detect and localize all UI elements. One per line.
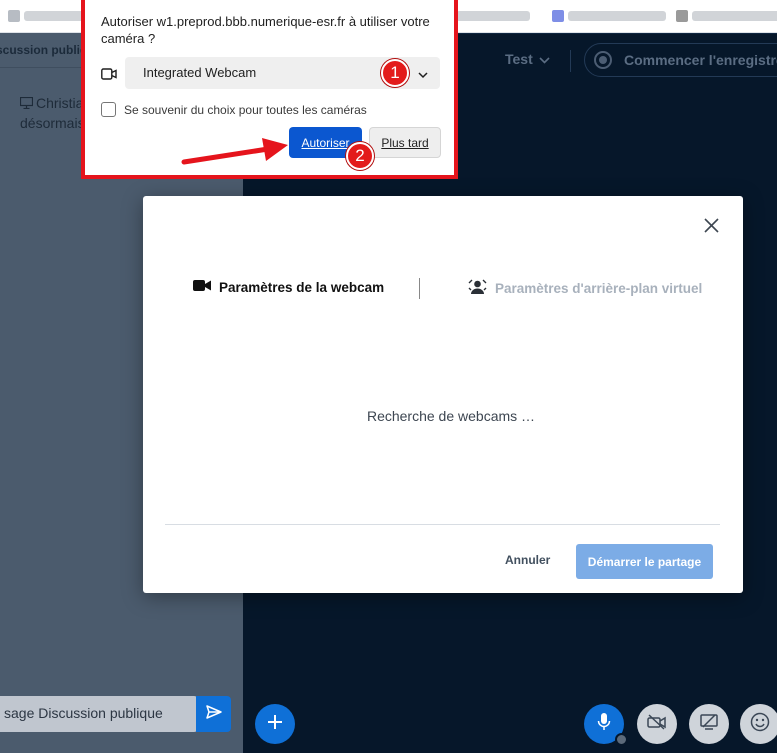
start-recording-button[interactable]: Commencer l'enregistreme xyxy=(584,43,777,77)
camera-off-icon xyxy=(647,713,667,735)
session-name-dropdown[interactable]: Test xyxy=(505,51,550,67)
bookmark-item[interactable] xyxy=(676,9,777,22)
annotation-step-1: 1 xyxy=(381,59,409,87)
reactions-button[interactable] xyxy=(740,704,777,744)
screenshare-button[interactable] xyxy=(689,704,729,744)
close-button[interactable] xyxy=(701,218,721,238)
divider xyxy=(570,50,571,72)
screenshare-off-icon xyxy=(700,713,718,735)
camera-select-value: Integrated Webcam xyxy=(143,65,257,80)
smiley-icon xyxy=(750,712,770,737)
chevron-down-icon xyxy=(539,51,550,67)
tab-virtual-background[interactable]: Paramètres d'arrière-plan virtuel xyxy=(468,279,702,298)
actions-plus-button[interactable] xyxy=(255,704,295,744)
searching-webcams-text: Recherche de webcams … xyxy=(366,408,536,424)
microphone-icon xyxy=(597,712,611,737)
plus-icon xyxy=(266,713,284,736)
chevron-down-icon xyxy=(418,67,428,82)
camera-icon xyxy=(101,67,117,85)
cancel-button[interactable]: Annuler xyxy=(499,552,556,568)
record-icon xyxy=(594,51,612,69)
tab-webcam-label: Paramètres de la webcam xyxy=(219,279,385,295)
presentation-icon xyxy=(19,95,34,114)
chat-message-input[interactable]: sage Discussion publique xyxy=(0,696,198,732)
close-icon xyxy=(703,218,719,238)
chat-message-author: Christia xyxy=(36,95,84,111)
tab-webcam-settings[interactable]: Paramètres de la webcam xyxy=(193,279,384,295)
divider xyxy=(419,278,420,299)
bookmark-item[interactable] xyxy=(456,9,530,22)
later-button[interactable]: Plus tard xyxy=(369,127,441,158)
session-name: Test xyxy=(505,51,533,67)
send-icon xyxy=(205,704,222,724)
remember-choice-label: Se souvenir du choix pour toutes les cam… xyxy=(124,102,367,117)
send-message-button[interactable] xyxy=(196,696,231,732)
remember-choice-row[interactable]: Se souvenir du choix pour toutes les cam… xyxy=(101,102,367,117)
start-sharing-button[interactable]: Démarrer le partage xyxy=(576,544,713,579)
audio-options-badge[interactable] xyxy=(615,733,628,746)
virtual-background-icon xyxy=(468,279,487,298)
webcam-settings-modal: Paramètres de la webcam Paramètres d'arr… xyxy=(143,196,743,593)
tab-background-label: Paramètres d'arrière-plan virtuel xyxy=(495,281,703,296)
bookmark-item[interactable] xyxy=(552,9,666,22)
permission-prompt-text: Autoriser w1.preprod.bbb.numerique-esr.f… xyxy=(101,14,430,46)
chat-message-text: désormais xyxy=(20,114,85,131)
annotation-step-2: 2 xyxy=(346,142,374,170)
video-camera-icon xyxy=(193,279,211,295)
chat-message: Christia désormais xyxy=(19,94,85,133)
record-label: Commencer l'enregistreme xyxy=(624,52,777,68)
remember-choice-checkbox[interactable] xyxy=(101,102,116,117)
divider xyxy=(165,524,720,525)
annotation-arrow xyxy=(181,138,288,165)
camera-button[interactable] xyxy=(637,704,677,744)
